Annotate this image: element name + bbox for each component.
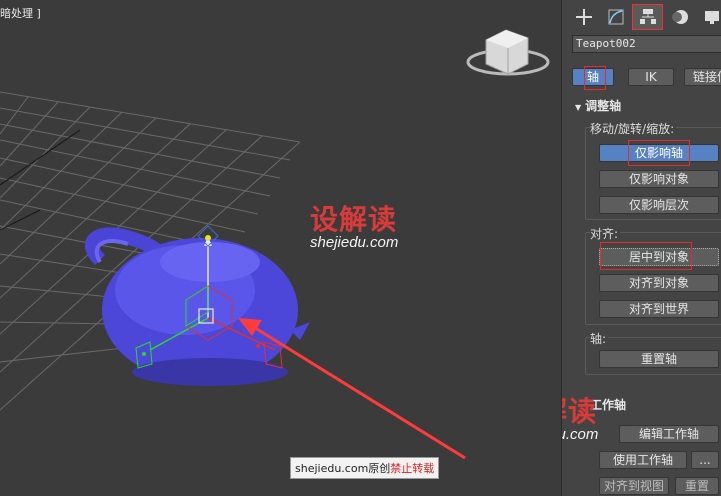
display-icon <box>704 11 719 24</box>
align-group-label: 对齐: <box>590 225 621 242</box>
command-panel-tabs <box>568 4 721 30</box>
hierarchy-icon <box>639 9 656 24</box>
ik-subtab[interactable]: IK <box>628 68 674 86</box>
plus-icon <box>575 9 592 25</box>
scene-canvas[interactable] <box>0 0 561 496</box>
highlight-center-to-object <box>600 242 692 270</box>
viewcube-icon <box>466 29 550 76</box>
credit-warning: 禁止转载 <box>390 462 435 475</box>
watermark-logo-panel: 设解读 <box>562 396 598 427</box>
create-tab[interactable] <box>568 4 599 30</box>
pivot-group-label: 轴: <box>590 330 609 347</box>
working-pivot-options-button[interactable]: ... <box>691 451 719 469</box>
edit-working-pivot-button[interactable]: 编辑工作轴 <box>619 425 719 443</box>
watermark-url: shejiedu.com <box>310 234 399 251</box>
adjust-pivot-rollout[interactable]: ▼ 调整轴 <box>575 97 621 114</box>
affect-hierarchy-only-button[interactable]: 仅影响层次 <box>599 196 719 214</box>
command-panel: Teapot002 轴 IK 链接信 ▼调整轴 移动/旋转/缩放: 仅影响轴 仅… <box>561 0 721 496</box>
watermark-center: 设解读 shejiedu.com <box>310 198 398 251</box>
rollout-title: 调整轴 <box>585 99 622 113</box>
reset-pivot-button[interactable]: 重置轴 <box>599 350 719 368</box>
modify-tab[interactable] <box>600 4 631 30</box>
motion-tab[interactable] <box>664 4 695 30</box>
watermark-panel: 设解读 shejiedu.com <box>562 390 599 443</box>
modify-curve-icon <box>608 9 623 25</box>
watermark-url-panel: shejiedu.com <box>562 426 599 443</box>
move-group-label: 移动/旋转/缩放: <box>590 120 677 137</box>
reset-working-pivot-button[interactable]: 重置 <box>675 477 719 495</box>
display-tab[interactable] <box>696 4 721 30</box>
collapse-triangle-icon: ▼ <box>575 103 582 112</box>
watermark-logo: 设解读 <box>310 204 398 235</box>
motion-icon <box>671 10 688 24</box>
align-to-view-button[interactable]: 对齐到视图 <box>599 477 669 495</box>
object-name-field[interactable]: Teapot002 <box>572 35 721 53</box>
use-working-pivot-button[interactable]: 使用工作轴 <box>599 451 687 469</box>
affect-object-only-button[interactable]: 仅影响对象 <box>599 170 719 188</box>
align-to-object-button[interactable]: 对齐到对象 <box>599 274 719 292</box>
hierarchy-tab[interactable] <box>632 4 663 30</box>
highlight-affect-pivot <box>628 140 690 166</box>
teapot-object <box>85 227 310 386</box>
link-info-subtab[interactable]: 链接信 <box>684 68 721 86</box>
highlight-pivot-subtab <box>584 66 606 90</box>
credit-badge: shejiedu.com原创禁止转载 <box>290 457 440 479</box>
perspective-viewport[interactable]: 暗处理 ] 设解读 shejiedu.com shejiedu.com原创禁止转… <box>0 0 561 496</box>
viewport-label[interactable]: 暗处理 ] <box>0 5 41 21</box>
align-to-world-button[interactable]: 对齐到世界 <box>599 300 719 318</box>
credit-site: shejiedu.com原创 <box>295 462 391 475</box>
annotation-arrow <box>238 318 466 460</box>
